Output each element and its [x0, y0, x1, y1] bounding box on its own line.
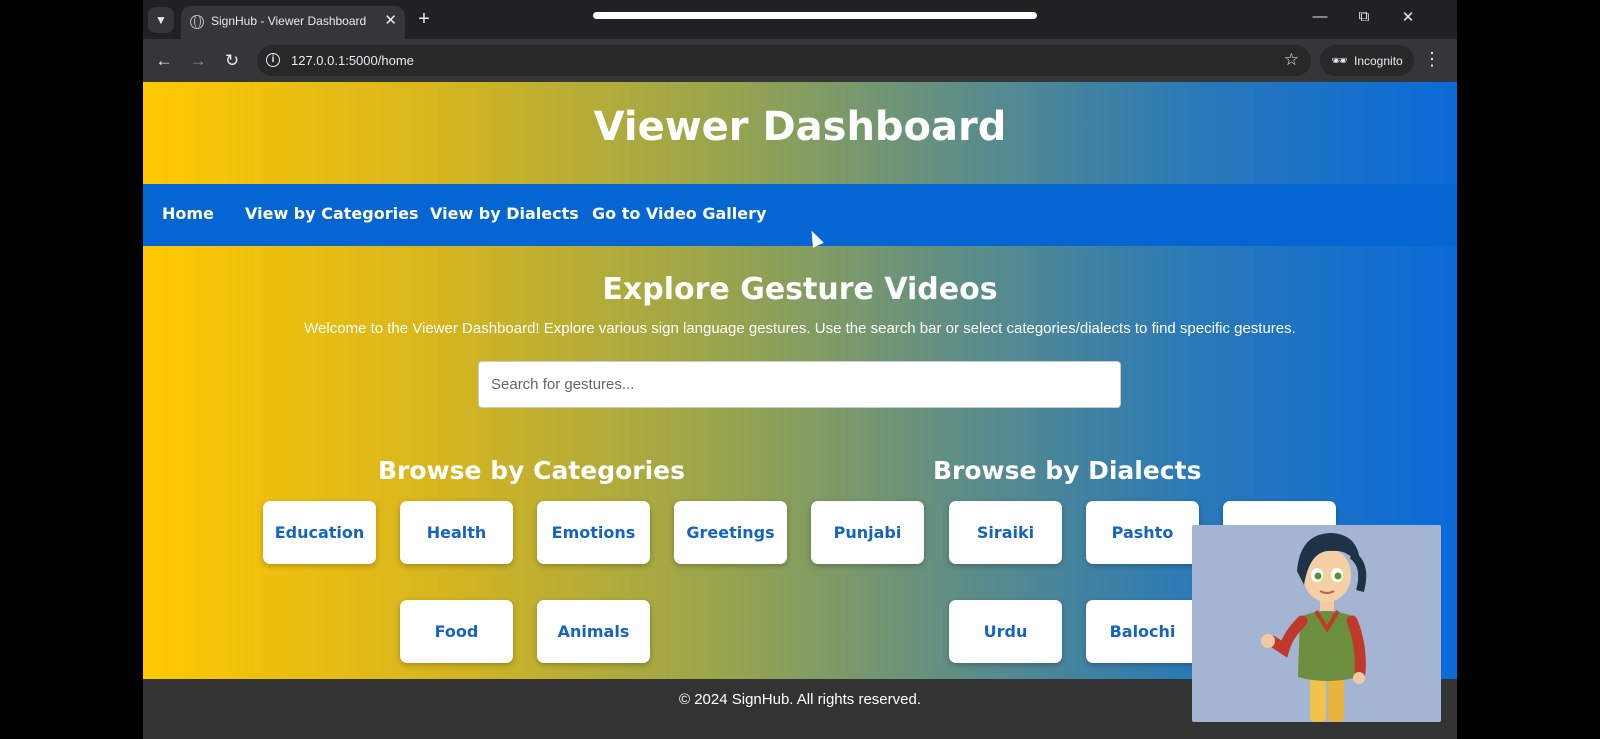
tab-strip: ▼ SignHub - Viewer Dashboard ✕ + — ⧉ ✕	[143, 0, 1457, 39]
minimize-button[interactable]: —	[1305, 8, 1335, 25]
nav-video-gallery[interactable]: Go to Video Gallery	[592, 204, 766, 223]
sign-avatar-illustration	[1261, 533, 1367, 722]
category-greetings[interactable]: Greetings	[674, 501, 787, 564]
tab-title: SignHub - Viewer Dashboard	[211, 14, 367, 28]
star-icon[interactable]: ☆	[1284, 50, 1299, 70]
info-icon[interactable]: i	[266, 53, 280, 67]
welcome-text: Welcome to the Viewer Dashboard! Explore…	[304, 320, 1296, 337]
arrow-right-icon: →	[189, 51, 207, 70]
category-animals[interactable]: Animals	[537, 600, 650, 663]
category-education[interactable]: Education	[263, 501, 376, 564]
close-icon: ✕	[1401, 9, 1415, 26]
dialect-pashto[interactable]: Pashto	[1086, 501, 1199, 564]
plus-icon: +	[418, 8, 430, 30]
address-bar[interactable]: i 127.0.0.1:5000/home ☆	[257, 45, 1311, 76]
explore-heading: Explore Gesture Videos	[602, 272, 998, 307]
nav-view-by-categories[interactable]: View by Categories	[245, 204, 418, 223]
new-tab-button[interactable]: +	[411, 7, 437, 31]
main-navbar: Home View by Categories View by Dialects…	[143, 184, 1457, 246]
reload-icon: ↻	[224, 51, 240, 70]
minimize-icon: —	[1312, 8, 1328, 25]
globe-icon	[190, 15, 204, 29]
dialect-siraiki[interactable]: Siraiki	[949, 501, 1062, 564]
tab-list-button[interactable]: ▼	[148, 7, 174, 33]
category-food[interactable]: Food	[400, 600, 513, 663]
category-health[interactable]: Health	[400, 501, 513, 564]
dialect-balochi[interactable]: Balochi	[1086, 600, 1199, 663]
category-punjabi[interactable]: Punjabi	[811, 501, 924, 564]
tab-close-icon[interactable]: ✕	[384, 12, 397, 30]
nav-home[interactable]: Home	[162, 204, 214, 223]
browser-toolbar: ← → ↻ i 127.0.0.1:5000/home ☆ 🕶 Incognit…	[143, 39, 1457, 82]
browser-menu-button[interactable]: ⋮	[1422, 49, 1442, 70]
forward-button[interactable]: →	[186, 49, 210, 73]
chevron-down-icon: ▼	[155, 13, 167, 27]
url-text[interactable]: 127.0.0.1:5000/home	[291, 53, 414, 68]
incognito-profile-button[interactable]: 🕶 Incognito	[1320, 45, 1414, 76]
incognito-icon: 🕶	[1331, 53, 1348, 68]
categories-heading: Browse by Categories	[378, 456, 686, 485]
arrow-left-icon: ←	[155, 51, 173, 70]
category-emotions[interactable]: Emotions	[537, 501, 650, 564]
nav-view-by-dialects[interactable]: View by Dialects	[430, 204, 579, 223]
restore-button[interactable]: ⧉	[1349, 8, 1379, 25]
restore-icon: ⧉	[1358, 8, 1370, 25]
active-tab[interactable]: SignHub - Viewer Dashboard ✕	[181, 6, 405, 39]
close-window-button[interactable]: ✕	[1393, 8, 1423, 26]
incognito-label: Incognito	[1354, 54, 1403, 68]
search-input[interactable]	[478, 361, 1121, 408]
kebab-icon: ⋮	[1423, 49, 1441, 69]
back-button[interactable]: ←	[152, 49, 176, 73]
sign-avatar-overlay	[1192, 525, 1441, 722]
page-title: Viewer Dashboard	[593, 104, 1007, 150]
dialect-urdu[interactable]: Urdu	[949, 600, 1062, 663]
window-drag-handle[interactable]	[593, 12, 1037, 19]
reload-button[interactable]: ↻	[220, 49, 244, 73]
dialects-heading: Browse by Dialects	[933, 456, 1202, 485]
